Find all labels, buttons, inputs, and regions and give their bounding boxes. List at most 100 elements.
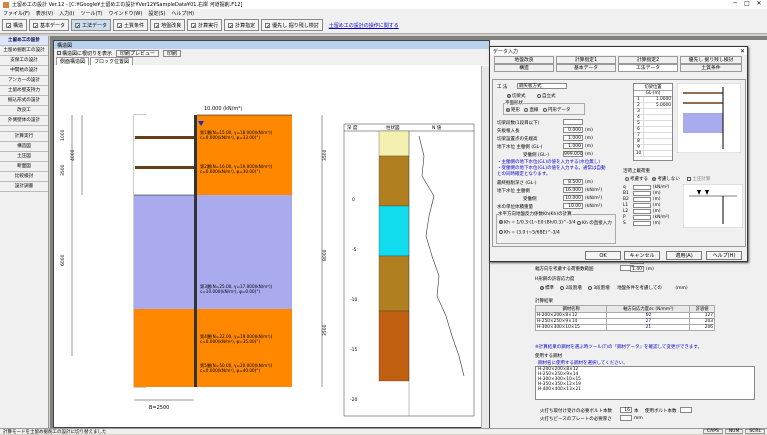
row-water-input[interactable]: 10.00 bbox=[563, 203, 583, 209]
strut-row-value[interactable] bbox=[644, 145, 672, 150]
check-3stage[interactable]: 3段割増 bbox=[588, 285, 610, 291]
list-item[interactable]: H-400×400×13×21 bbox=[536, 387, 754, 392]
tab-soil[interactable]: 土質条件 bbox=[680, 64, 742, 72]
tab-basic-data[interactable]: 基本データ bbox=[556, 64, 616, 72]
pressure-opt-2[interactable]: Kh の直接入力 bbox=[577, 220, 612, 226]
row-strut-tip-input[interactable]: 1.000 bbox=[563, 135, 583, 141]
row-final-depth-input[interactable]: 8.500 bbox=[563, 179, 583, 185]
tab-ground-improve[interactable]: 地盤改良 bbox=[494, 56, 554, 64]
toolbar-calc-run[interactable]: ✓ 計算実行 bbox=[187, 19, 223, 31]
close-button[interactable]: ✕ bbox=[753, 0, 765, 8]
sidebar-item-retaining[interactable]: 土留め工の設計 bbox=[0, 36, 48, 46]
pressure-opt-3[interactable]: Kh = (3.0·(~5/6BE)^-3/4 bbox=[499, 230, 560, 236]
sidebar-item-excavation[interactable]: 土留め掘削工の設計 bbox=[0, 46, 48, 56]
tab-method-data[interactable]: 工法データ bbox=[618, 64, 678, 72]
sidebar-item-middle-pile[interactable]: 中間杭の設計 bbox=[0, 66, 48, 76]
menu-tools[interactable]: ツール(T) bbox=[81, 10, 103, 17]
bolt-input[interactable]: 16 bbox=[620, 407, 632, 413]
dialog-close-icon[interactable]: ✕ bbox=[740, 48, 747, 55]
strut-row-value[interactable]: 5.0000 bbox=[644, 103, 672, 108]
maximize-button[interactable]: □ bbox=[741, 0, 753, 8]
help-link[interactable]: 土留め工の設計の操作に関する bbox=[329, 22, 399, 29]
row-strut-count-input[interactable] bbox=[563, 119, 583, 125]
row-gw-active-input[interactable]: 1.000 bbox=[563, 143, 583, 149]
tab-structure[interactable]: 構造 bbox=[494, 64, 554, 72]
sidebar-item-compare[interactable]: 比較検討 bbox=[0, 172, 48, 182]
strut-row-value[interactable] bbox=[644, 109, 672, 114]
sidebar-item-pressure-drawing[interactable]: 土圧図 bbox=[0, 152, 48, 162]
menu-view[interactable]: 表示(V) bbox=[36, 10, 53, 17]
load-input-field[interactable] bbox=[633, 184, 651, 190]
tab-calc-spec1[interactable]: 計算指定1 bbox=[556, 56, 616, 64]
sidebar-item-embed[interactable]: 掘込形式の設計 bbox=[0, 96, 48, 106]
print-preview-button[interactable]: 印刷プレビュー bbox=[116, 49, 160, 57]
menu-settings[interactable]: 設定(S) bbox=[148, 10, 165, 17]
ok-button[interactable]: OK bbox=[585, 251, 621, 260]
strut-row-value[interactable] bbox=[644, 115, 672, 120]
plate-input[interactable] bbox=[620, 415, 632, 421]
strut-row-value[interactable] bbox=[644, 121, 672, 126]
load-consider[interactable]: 考慮する bbox=[625, 176, 648, 182]
steel-list[interactable]: H-200×200×8×12 H-250×250×9×14 H-300×300×… bbox=[535, 366, 755, 400]
sidebar-item-structure-drawing[interactable]: 構造図 bbox=[0, 142, 48, 152]
tab-priority[interactable]: 優先し 掘り残し検討 bbox=[680, 56, 742, 64]
r3-input[interactable]: 1.40 bbox=[630, 266, 644, 272]
apply-button[interactable]: 適用(A) bbox=[666, 251, 702, 260]
load-check[interactable]: 土圧計算 bbox=[687, 176, 710, 182]
toolbar-soil[interactable]: ✓ 土質条件 bbox=[113, 19, 149, 31]
cancel-button[interactable]: キャンセル bbox=[624, 251, 660, 260]
tab-block-position[interactable]: ブロック位置図 bbox=[90, 57, 134, 65]
load-input-field[interactable] bbox=[633, 190, 651, 196]
menu-input[interactable]: 入力(I) bbox=[59, 10, 74, 17]
toolbar-priority[interactable]: ✓ 優先し 掘り残し検討 bbox=[261, 19, 323, 31]
tab-calc-spec2[interactable]: 計算指定2 bbox=[618, 56, 678, 64]
load-input-field[interactable] bbox=[633, 214, 651, 220]
radio-shoring[interactable]: 切梁式 bbox=[507, 93, 526, 99]
table-row[interactable]: H-300×300×10×15 21 206 bbox=[534, 324, 715, 331]
strut-row-value[interactable]: 1.0000 bbox=[644, 97, 672, 102]
toolbar-structure[interactable]: ✓ 構造 bbox=[2, 19, 28, 31]
sidebar-item-support[interactable]: 支保工の設計 bbox=[0, 56, 48, 66]
menu-help[interactable]: ヘルプ(H) bbox=[171, 10, 194, 17]
method-select[interactable]: 鋼矢板方式 bbox=[517, 83, 567, 89]
menu-file[interactable]: ファイル(F) bbox=[3, 10, 30, 17]
row-passive-input[interactable]: 10.000 bbox=[563, 195, 583, 201]
pressure-opt-1[interactable]: Kh = 1/0.3·(1~E0·(Bh/0.3)^-3/4 bbox=[499, 220, 576, 226]
tab-side-structure[interactable]: 側面構造図 bbox=[56, 57, 90, 65]
minimize-button[interactable]: ─ bbox=[729, 0, 741, 8]
sidebar-item-improve[interactable]: 改良工 bbox=[0, 106, 48, 116]
shape-circle[interactable]: 円形データ bbox=[542, 107, 570, 113]
used-bolt-input[interactable] bbox=[680, 407, 692, 413]
menu-window[interactable]: ウインドウ(W) bbox=[108, 10, 142, 17]
strut-row-value[interactable] bbox=[644, 127, 672, 132]
sidebar-item-bearing[interactable]: 土留め壁支持力 bbox=[0, 86, 48, 96]
radio-self-supporting[interactable]: 自立式 bbox=[537, 93, 556, 99]
check-2stage[interactable]: 2段割増 bbox=[560, 285, 582, 291]
load-input-field[interactable] bbox=[633, 202, 651, 208]
show-excavation-check[interactable]: 構造図に根切りを表示 bbox=[57, 50, 112, 57]
sidebar-item-anchor[interactable]: アンカーの設計 bbox=[0, 76, 48, 86]
row-surcharge-input[interactable]: 16.000 bbox=[563, 187, 583, 193]
load-not-consider[interactable]: 考慮しない bbox=[652, 176, 680, 182]
row-embed-input[interactable]: 0.000 bbox=[563, 127, 583, 133]
strut-row-value[interactable] bbox=[644, 139, 672, 144]
sidebar-item-outer-wall[interactable]: 外側壁体の設計 bbox=[0, 116, 48, 126]
toolbar-method-data[interactable]: ✓ 工法データ bbox=[71, 19, 112, 31]
load-input-field[interactable] bbox=[633, 208, 651, 214]
sidebar-item-report[interactable]: 設計調書 bbox=[0, 182, 48, 192]
sidebar-item-section[interactable]: 断面図 bbox=[0, 162, 48, 172]
table-row[interactable]: 10 bbox=[634, 151, 672, 157]
shape-rect[interactable]: 矩形 bbox=[506, 107, 520, 113]
load-input-field[interactable] bbox=[633, 196, 651, 202]
toolbar-ground-improve[interactable]: ✓ 地盤改良 bbox=[150, 19, 186, 31]
shape-line[interactable]: 直線 bbox=[524, 107, 538, 113]
vertical-scrollbar[interactable] bbox=[481, 66, 489, 428]
row-gw-passive-input[interactable]: 999.000 bbox=[563, 151, 583, 157]
print-button[interactable]: 印刷 bbox=[163, 49, 182, 57]
strut-row-value[interactable] bbox=[644, 133, 672, 138]
sidebar-item-calc-run[interactable]: 計算実行 bbox=[0, 132, 48, 142]
load-input-field[interactable] bbox=[633, 220, 651, 226]
check-standard[interactable]: 標準 bbox=[540, 285, 554, 291]
strut-row-value[interactable] bbox=[644, 151, 672, 156]
toolbar-basic-data[interactable]: ✓ 基本データ bbox=[29, 19, 70, 31]
